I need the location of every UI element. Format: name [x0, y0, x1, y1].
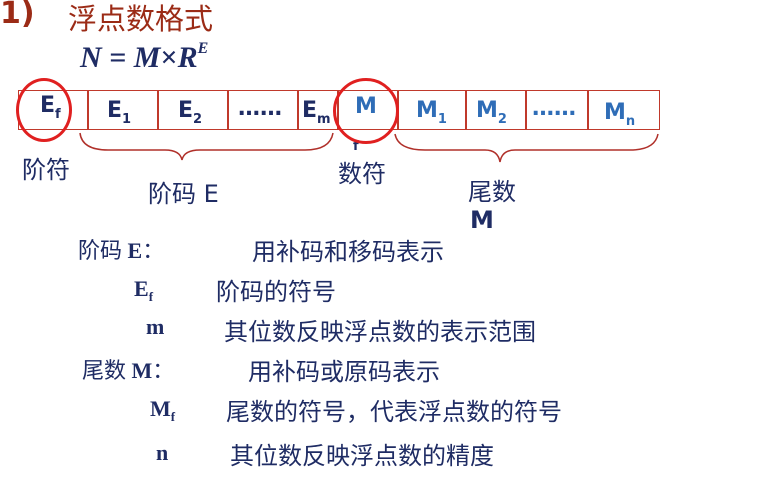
label-mantissa-m: M	[470, 206, 494, 234]
desc-term-exponent: 阶码 E：	[78, 238, 165, 264]
desc-term-n: n	[156, 440, 169, 465]
label-num-sign: 数符	[338, 160, 386, 188]
desc-text-mf: 尾数的符号，代表浮点数的符号	[226, 398, 562, 426]
desc-text-n: 其位数反映浮点数的精度	[230, 442, 494, 470]
desc-text-m: 其位数反映浮点数的表示范围	[224, 318, 536, 346]
label-exp-sign: 阶符	[22, 156, 70, 184]
label-mantissa: 尾数	[468, 178, 516, 206]
label-exponent: 阶码 E	[148, 180, 219, 208]
desc-text-mantissa: 用补码或原码表示	[248, 358, 440, 386]
desc-term-mantissa: 尾数 M：	[82, 358, 175, 384]
desc-text-exponent: 用补码和移码表示	[252, 238, 444, 266]
desc-term-mf: Mf	[150, 396, 176, 424]
desc-text-ef: 阶码的符号	[216, 278, 336, 306]
mantissa-brace	[394, 133, 659, 163]
desc-term-ef: Ef	[134, 276, 154, 304]
desc-term-m: m	[146, 314, 165, 339]
exponent-brace	[79, 132, 334, 161]
